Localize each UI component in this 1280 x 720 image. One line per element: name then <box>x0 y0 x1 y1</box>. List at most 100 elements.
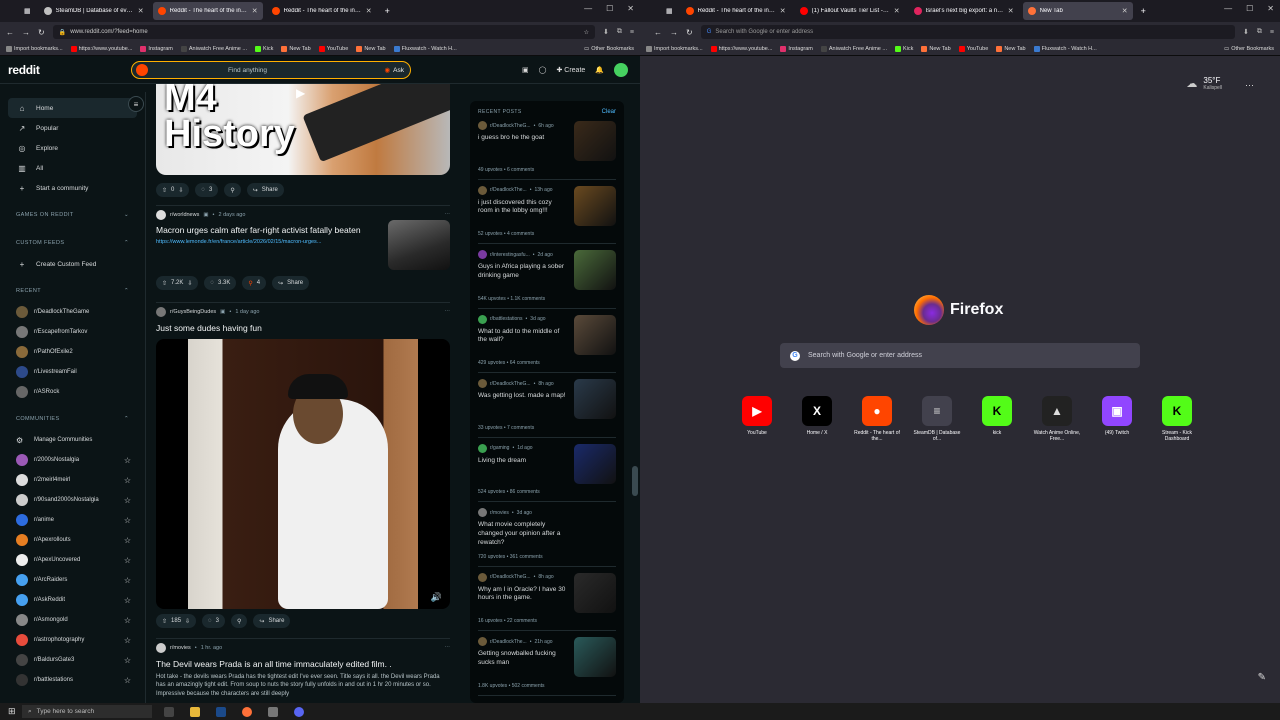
browser-tab[interactable]: Reddit - The heart of the intern... ✕ <box>681 2 791 20</box>
back-icon[interactable]: ← <box>6 28 14 37</box>
top-site-tile[interactable]: ▶ YouTube <box>730 396 784 442</box>
post-movies[interactable]: r/movies • 1 hr. ago ⋯ The Devil wears Prad… <box>156 643 450 703</box>
recent-post-thumbnail[interactable] <box>574 637 616 677</box>
favorite-star-icon[interactable]: ☆ <box>124 616 131 625</box>
recent-post-title[interactable]: Living the dream <box>478 457 568 466</box>
recent-post-item[interactable]: r/gaming • 1d ago Living the dream 524 upvot… <box>478 438 616 502</box>
tab-close-icon[interactable]: ✕ <box>366 7 372 15</box>
settings-icon[interactable] <box>268 706 278 717</box>
downloads-icon[interactable]: ⬇ <box>603 28 609 36</box>
bookmark-item[interactable]: Instagram <box>780 45 813 52</box>
bookmark-item[interactable]: Import bookmarks... <box>6 45 63 52</box>
favorite-star-icon[interactable]: ☆ <box>124 556 131 565</box>
ask-button[interactable]: ◉ Ask <box>384 66 404 75</box>
downvote-icon[interactable]: ⇩ <box>185 618 190 625</box>
subreddit-link[interactable]: r/ApexUncovered ☆ <box>8 550 137 570</box>
subreddit-link[interactable]: r/LivestreamFail <box>8 362 137 382</box>
bookmark-item[interactable]: Aniwatch Free Anime ... <box>180 45 247 52</box>
recent-post-thumbnail[interactable] <box>574 250 616 290</box>
windows-start-icon[interactable]: ⊞ <box>8 706 16 717</box>
recent-post-item[interactable]: r/DeadlockTheG... • 8h ago Why am I in Orac… <box>478 567 616 631</box>
tab-list-icon[interactable]: ▦ <box>24 7 31 15</box>
subreddit-link[interactable]: r/90sand2000sNostalgia ☆ <box>8 490 137 510</box>
post-title[interactable]: Macron urges calm after far-right activi… <box>156 225 386 235</box>
share-button[interactable]: ↪ Share <box>253 614 291 628</box>
bookmark-item[interactable]: New Tab <box>921 45 951 52</box>
custom-feeds-section-header[interactable]: CUSTOM FEEDS ⌃ <box>8 232 137 254</box>
sidebar-collapse-button[interactable]: ≡ <box>128 96 144 112</box>
bookmark-item[interactable]: YouTube <box>318 45 348 52</box>
task-view-icon[interactable] <box>164 706 174 717</box>
tab-close-icon[interactable]: ✕ <box>894 7 900 15</box>
recent-post-thumbnail[interactable] <box>574 572 616 613</box>
tab-close-icon[interactable]: ✕ <box>138 7 144 15</box>
more-options-icon[interactable]: ⋯ <box>1245 80 1254 91</box>
notifications-icon[interactable]: 🔔 <box>595 66 604 74</box>
recent-post-title[interactable]: Why am I in Oracle? I have 30 hours in t… <box>478 586 568 604</box>
favorite-star-icon[interactable]: ☆ <box>124 596 131 605</box>
new-tab-button[interactable]: + <box>1141 6 1146 16</box>
recent-post-thumbnail[interactable] <box>574 185 616 226</box>
ff-search-box[interactable]: G Search with Google or enter address <box>780 343 1140 368</box>
recent-post-thumbnail[interactable] <box>574 121 616 161</box>
discord-icon[interactable] <box>294 706 304 717</box>
subreddit-link[interactable]: r/astrophotography ☆ <box>8 630 137 650</box>
tab-list-icon[interactable]: ▦ <box>666 7 673 15</box>
top-site-tile[interactable]: X Home / X <box>790 396 844 442</box>
vote-control[interactable]: ⇧ 0 ⇩ <box>156 183 190 197</box>
subreddit-link[interactable]: r/ArcRaiders ☆ <box>8 570 137 590</box>
weather-widget[interactable]: ☁ 35°F Kalispell <box>1186 76 1222 91</box>
video-thumbnail[interactable]: M4 History ▶ <box>156 84 450 175</box>
games-section-header[interactable]: GAMES ON REDDIT ⌄ <box>8 204 137 226</box>
upvote-icon[interactable]: ⇧ <box>162 618 167 625</box>
bookmark-item[interactable]: New Tab <box>996 45 1026 52</box>
recent-post-thumbnail[interactable] <box>574 443 616 484</box>
subreddit-link[interactable]: r/ASRock <box>8 382 137 402</box>
recent-post-item[interactable]: r/interestingasfu... • 2d ago Guys in Afric… <box>478 244 616 309</box>
share-button[interactable]: ↪ Share <box>272 276 310 290</box>
recent-post-item[interactable]: r/DeadlockTheG... • 6h ago i guess bro he t… <box>478 115 616 180</box>
sidebar-item-explore[interactable]: ◎ Explore <box>8 138 137 158</box>
scrollbar[interactable] <box>632 466 638 496</box>
top-site-tile[interactable]: ≡ SteamDB | Database of... <box>910 396 964 442</box>
sidebar-item-start-a-community[interactable]: + Start a community <box>8 178 137 198</box>
volume-icon[interactable]: 🔊 <box>431 592 442 603</box>
recent-post-item[interactable]: r/DeadlockThe... • 13h ago i just discovere… <box>478 180 616 244</box>
reload-icon[interactable]: ↻ <box>38 28 45 37</box>
reload-icon[interactable]: ↻ <box>686 28 693 37</box>
recent-post-item[interactable]: r/DeadlockTheG... • 8h ago Was getting lost… <box>478 373 616 438</box>
bookmark-item[interactable]: New Tab <box>356 45 386 52</box>
upvote-icon[interactable]: ⇧ <box>162 280 167 287</box>
favorite-star-icon[interactable]: ☆ <box>124 496 131 505</box>
address-bar[interactable]: 🔒 www.reddit.com/?feed=home ☆ <box>52 25 596 39</box>
extensions-icon[interactable]: ⧉ <box>1257 28 1262 36</box>
close-icon[interactable]: ✕ <box>627 4 634 13</box>
create-custom-feed-link[interactable]: + Create Custom Feed <box>8 254 137 274</box>
user-avatar[interactable] <box>614 63 628 77</box>
post-subreddit[interactable]: r/movies <box>170 645 191 651</box>
subreddit-link[interactable]: r/BaldursGate3 ☆ <box>8 650 137 670</box>
vote-control[interactable]: ⇧ 7.2K ⇩ <box>156 276 199 290</box>
browser-tab[interactable]: Reddit - The heart of the internet ✕ <box>152 2 263 20</box>
maximize-icon[interactable]: ☐ <box>606 4 613 13</box>
award-button[interactable]: ⚲ <box>231 614 248 628</box>
favorite-star-icon[interactable]: ☆ <box>124 576 131 585</box>
back-icon[interactable]: ← <box>654 28 662 37</box>
bookmark-item[interactable]: Fluxwatch - Watch H... <box>393 45 457 52</box>
top-site-tile[interactable]: ● Reddit - The heart of the... <box>850 396 904 442</box>
recent-post-title[interactable]: i guess bro he the goat <box>478 134 568 143</box>
address-bar[interactable]: G Search with Google or enter address <box>700 25 1236 39</box>
top-site-tile[interactable]: K Stream - Kick Dashboard <box>1150 396 1204 442</box>
new-tab-button[interactable]: + <box>385 6 390 16</box>
forward-icon[interactable]: → <box>22 28 30 37</box>
recent-post-title[interactable]: What movie completely changed your opini… <box>478 521 568 547</box>
reddit-search-bar[interactable]: Find anything ◉ Ask <box>131 61 411 79</box>
downvote-icon[interactable]: ⇩ <box>178 187 183 194</box>
favorite-star-icon[interactable]: ☆ <box>124 656 131 665</box>
upvote-icon[interactable]: ⇧ <box>162 187 167 194</box>
favorite-star-icon[interactable]: ☆ <box>124 536 131 545</box>
chat-icon[interactable]: ◯ <box>539 66 547 74</box>
post-link[interactable]: https://www.lemonde.fr/en/france/article… <box>156 239 380 245</box>
browser-tab[interactable]: Israel's next big export: a new c... ✕ <box>909 2 1019 20</box>
reddit-logo[interactable]: reddit <box>8 63 40 77</box>
